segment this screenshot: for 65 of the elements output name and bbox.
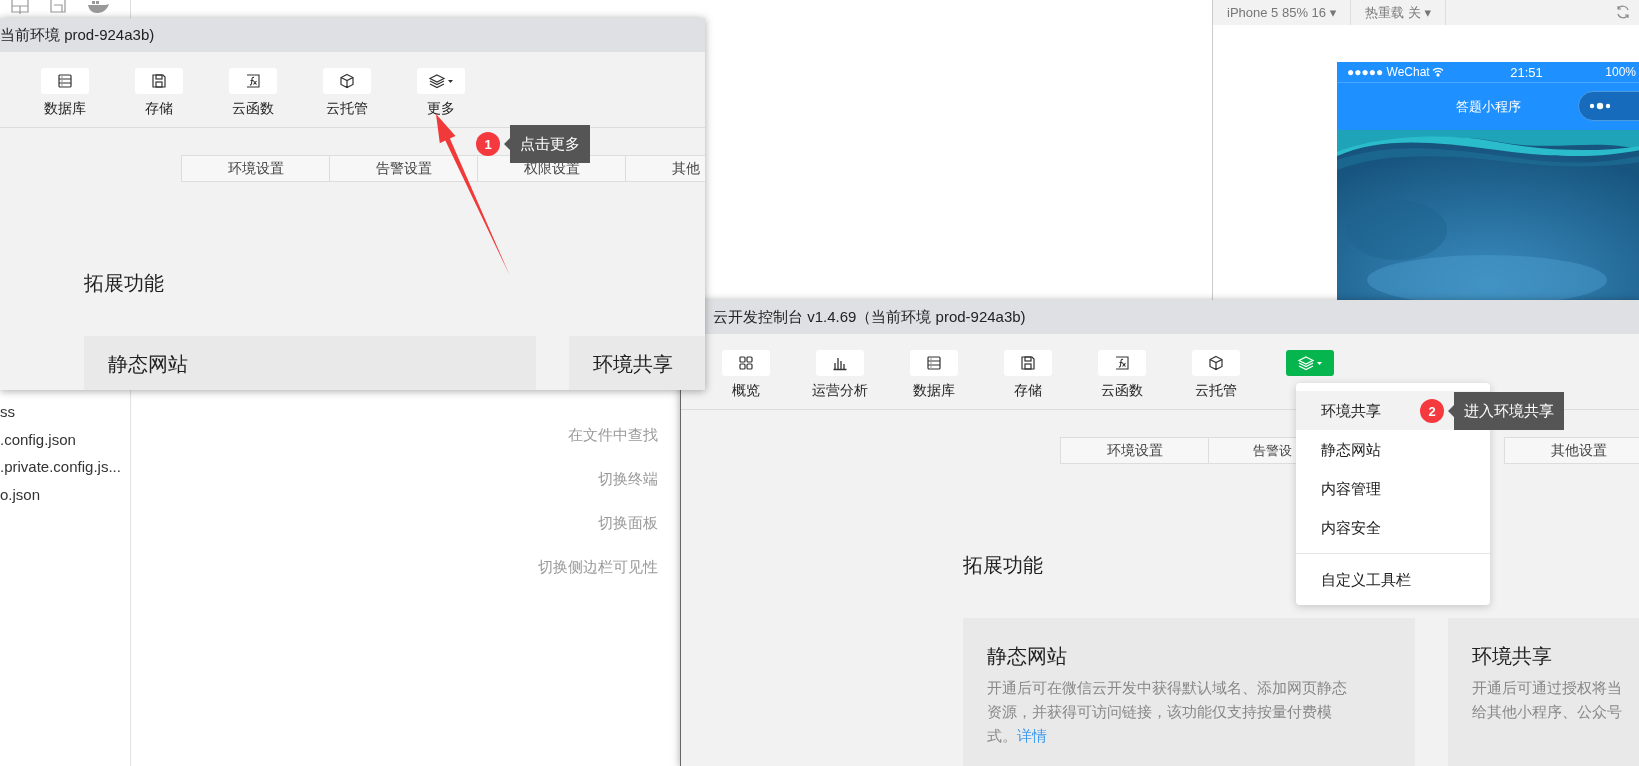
whale-icon[interactable]: [86, 0, 110, 14]
toolbar-button[interactable]: 运营分析: [805, 350, 875, 400]
file-name[interactable]: o.json: [0, 484, 130, 512]
tooltip: 进入环境共享: [1448, 392, 1564, 430]
function-icon: [245, 73, 261, 89]
card-description: 开通后可通过授权将当: [1472, 678, 1622, 698]
device-select[interactable]: iPhone 5 85% 16 ▾: [1213, 0, 1352, 25]
page-title: 答题小程序: [1456, 97, 1521, 116]
settings-tab[interactable]: 其他设置: [1504, 437, 1639, 464]
more-icon[interactable]: [1589, 102, 1611, 110]
file-icon[interactable]: [48, 0, 68, 14]
toolbar-button[interactable]: 更多: [406, 68, 476, 118]
carrier-text: ●●●●● WeChat: [1347, 65, 1430, 79]
shortcut-label: 切换侧边栏可见性: [538, 557, 658, 577]
toolbar-button[interactable]: 概览: [711, 350, 781, 400]
list-icon: [926, 355, 942, 371]
grid-icon: [738, 355, 754, 371]
toolbar-button[interactable]: 云函数: [1087, 350, 1157, 400]
window-title: 当前环境 prod-924a3b): [0, 25, 155, 45]
settings-tab[interactable]: 环境设置: [1060, 437, 1208, 464]
tooltip: 点击更多: [504, 125, 590, 163]
toolbar-button[interactable]: 云托管: [312, 68, 382, 118]
menu-item[interactable]: 内容管理: [1296, 469, 1490, 508]
settings-tab[interactable]: 其他: [625, 155, 705, 182]
wifi-icon: [1431, 67, 1444, 77]
toolbar-button[interactable]: 云托管: [1181, 350, 1251, 400]
toolbar-button[interactable]: 存储: [993, 350, 1063, 400]
settings-tab[interactable]: 环境设置: [181, 155, 329, 182]
function-icon: [1114, 355, 1130, 371]
card-title: 环境共享: [593, 352, 674, 377]
settings-tab[interactable]: 告警设置: [329, 155, 477, 182]
layers-icon: [1297, 355, 1323, 371]
refresh-icon[interactable]: [1615, 4, 1631, 20]
shortcut-label: 在文件中查找: [568, 425, 658, 445]
shortcut-label: 切换终端: [598, 469, 658, 489]
card-title: 静态网站: [108, 352, 189, 377]
battery-level: 100%: [1604, 65, 1636, 79]
toolbar-button[interactable]: 数据库: [30, 68, 100, 118]
save-icon: [151, 73, 167, 89]
toolbar-button[interactable]: 数据库: [899, 350, 969, 400]
bar-chart-icon: [832, 355, 848, 371]
menu-item[interactable]: 自定义工具栏: [1296, 560, 1490, 599]
menu-item[interactable]: 内容安全: [1296, 508, 1490, 547]
file-name[interactable]: .config.json: [0, 429, 130, 457]
save-icon: [1020, 355, 1036, 371]
file-name[interactable]: .private.config.js...: [0, 457, 130, 485]
layout-icon[interactable]: [10, 0, 30, 14]
file-name[interactable]: ss: [0, 402, 130, 430]
card-description: 给其他小程序、公众号: [1472, 702, 1622, 722]
toolbar-button[interactable]: 云函数: [218, 68, 288, 118]
clock-time: 21:51: [1509, 64, 1544, 80]
menu-capsule[interactable]: [1578, 91, 1639, 121]
cube-icon: [1208, 355, 1224, 371]
hot-reload-select[interactable]: 热重载 关 ▾: [1351, 0, 1446, 25]
window-title: 云开发控制台 v1.4.69（当前环境 prod-924a3b): [713, 307, 1026, 327]
shortcut-label: 切换面板: [598, 513, 658, 533]
layers-icon: [428, 73, 454, 89]
list-icon: [57, 73, 73, 89]
card-description: 开通后可在微信云开发中获得默认域名、添加网页静态资源，并获得可访问链接，该功能仅支持按量付费模式。详情: [987, 678, 1348, 746]
cube-icon: [339, 73, 355, 89]
card-title: 静态网站: [987, 644, 1068, 669]
section-title: 拓展功能: [963, 553, 1044, 578]
toolbar-button[interactable]: 存储: [124, 68, 194, 118]
section-title: 拓展功能: [84, 271, 165, 296]
card-title: 环境共享: [1472, 644, 1553, 669]
